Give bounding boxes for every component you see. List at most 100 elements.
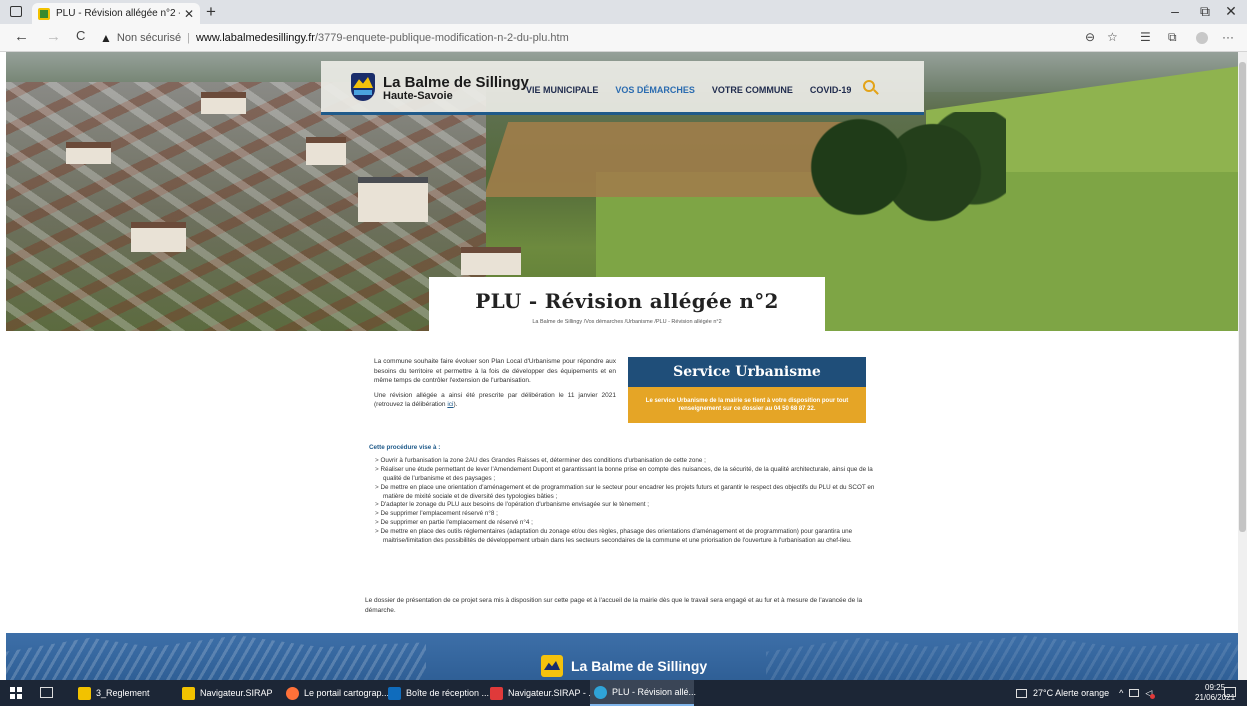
security-label[interactable]: Non sécurisé <box>117 32 181 44</box>
footer-brand-name[interactable]: La Balme de Sillingy <box>571 658 707 674</box>
back-icon[interactable]: ← <box>14 28 29 45</box>
page-scrollbar[interactable] <box>1238 52 1247 680</box>
warning-icon[interactable]: ▲ <box>100 31 112 45</box>
site-header: La Balme de Sillingy Haute-Savoie VIE MU… <box>321 61 924 115</box>
list-item: De supprimer l'emplacement réservé n°8 ; <box>369 510 879 519</box>
hero-building <box>201 92 246 114</box>
list-item: De mettre en place une orientation d'amé… <box>369 484 879 502</box>
url-path[interactable]: /3779-enquete-publique-modification-n-2-… <box>315 32 569 44</box>
taskbar-item-label: PLU - Révision allé... <box>612 687 697 697</box>
windows-taskbar: 3_Reglement Navigateur.SIRAP Le portail … <box>0 680 1247 706</box>
procedure-list: Ouvrir à l'urbanisation la zone 2AU des … <box>369 457 879 546</box>
start-menu-icon[interactable] <box>10 687 22 699</box>
taskbar-item-label: Navigateur.SIRAP - ... <box>508 688 596 698</box>
taskbar-item-navigateur-sirap[interactable]: Navigateur.SIRAP <box>178 680 278 706</box>
address-bar[interactable]: ▲ Non sécurisé | www.labalmedesillingy.f… <box>100 28 1080 48</box>
url-host[interactable]: www.labalmedesillingy.fr <box>196 32 315 44</box>
intro-paragraph-2: Une révision allégée a ainsi été prescri… <box>374 391 616 410</box>
close-window-button[interactable]: ✕ <box>1216 3 1246 20</box>
header-underline <box>321 112 924 115</box>
tab-actions-icon[interactable] <box>10 6 22 17</box>
browser-toolbar: ← → C ▲ Non sécurisé | www.labalmedesill… <box>0 24 1247 52</box>
taskbar-item-portail-cartographique[interactable]: Le portail cartograp... <box>282 680 389 706</box>
footer-mountain-art <box>766 635 1238 680</box>
task-view-icon[interactable] <box>40 687 53 698</box>
taskbar-item-3-reglement[interactable]: 3_Reglement <box>74 680 174 706</box>
intro-paragraph-1: La commune souhaite faire évoluer son Pl… <box>374 358 616 384</box>
hero-building <box>131 222 186 252</box>
list-item: De supprimer en partie l'emplacement de … <box>369 519 879 528</box>
service-contact-text: Le service Urbanisme de la mairie se tie… <box>628 387 866 423</box>
forward-icon[interactable]: → <box>46 28 61 45</box>
volume-muted-badge <box>1150 693 1156 699</box>
brand-region[interactable]: Haute-Savoie <box>383 90 453 102</box>
footer-logo-icon[interactable] <box>541 655 563 677</box>
taskbar-item-label: Boîte de réception ... <box>406 688 490 698</box>
taskbar-item-label: Le portail cartograp... <box>304 688 390 698</box>
site-favicon-icon <box>38 7 50 20</box>
hero-building <box>461 247 521 275</box>
tray-chevron-icon[interactable]: ^ <box>1119 688 1123 698</box>
brand-name[interactable]: La Balme de Sillingy <box>383 74 529 91</box>
list-item: Réaliser une étude permettant de lever l… <box>369 466 879 484</box>
menu-item-votre-commune[interactable]: VOTRE COMMUNE <box>712 85 793 95</box>
breadcrumb[interactable]: La Balme de Sillingy /Vos démarches /Urb… <box>429 319 825 325</box>
address-separator: | <box>187 32 190 44</box>
list-item: D'adapter le zonage du PLU aux besoins d… <box>369 501 879 510</box>
menu-item-vos-demarches[interactable]: VOS DÉMARCHES <box>615 85 695 95</box>
system-tray: 27°C Alerte orange ^ ◁ <box>1016 680 1156 706</box>
procedure-title: Cette procédure vise à : <box>369 444 441 451</box>
site-footer: La Balme de Sillingy <box>6 633 1238 680</box>
notification-center-icon[interactable] <box>1224 687 1236 697</box>
scrollbar-thumb[interactable] <box>1239 62 1246 532</box>
page-viewport: La Balme de Sillingy Haute-Savoie VIE MU… <box>0 52 1238 680</box>
new-tab-button[interactable]: + <box>206 2 216 22</box>
page-title-box: PLU - Révision allégée n°2 La Balme de S… <box>429 277 825 333</box>
outlook-icon <box>388 686 401 700</box>
weather-icon[interactable] <box>1016 688 1027 698</box>
favorites-list-icon[interactable]: ☰ <box>1140 30 1151 44</box>
service-urbanisme-card: Service Urbanisme Le service Urbanisme d… <box>628 357 866 423</box>
firefox-icon <box>286 686 299 700</box>
list-item: De mettre en place des outils réglementa… <box>369 528 879 546</box>
intro-paragraph-2-text: Une révision allégée a ainsi été prescri… <box>374 391 616 409</box>
hero-building <box>306 137 346 165</box>
network-icon[interactable] <box>1129 689 1140 697</box>
taskbar-item-outlook[interactable]: Boîte de réception ... <box>384 680 489 706</box>
favorite-star-icon[interactable]: ☆ <box>1107 30 1118 44</box>
town-logo-icon[interactable] <box>351 73 375 101</box>
outro-paragraph: Le dossier de présentation de ce projet … <box>365 597 863 614</box>
taskbar-item-edge-plu[interactable]: PLU - Révision allé... <box>590 680 697 706</box>
list-item: Ouvrir à l'urbanisation la zone 2AU des … <box>369 457 879 466</box>
taskbar-item-navigateur-sirap-2[interactable]: Navigateur.SIRAP - ... <box>486 680 596 706</box>
weather-widget[interactable]: 27°C Alerte orange <box>1033 688 1109 698</box>
hero-trees <box>796 112 1006 222</box>
hero-building <box>358 177 428 222</box>
settings-menu-icon[interactable]: ··· <box>1222 30 1234 44</box>
search-icon[interactable] <box>863 80 875 92</box>
refresh-icon[interactable]: C <box>76 28 85 43</box>
folder-icon <box>182 686 195 700</box>
minimize-button[interactable]: – <box>1160 3 1190 19</box>
browser-tab[interactable]: PLU - Révision allégée n°2 - La B ✕ <box>32 3 200 24</box>
collections-icon[interactable]: ⧉ <box>1168 30 1177 45</box>
taskbar-item-label: Navigateur.SIRAP <box>200 688 273 698</box>
zoom-icon[interactable]: ⊖ <box>1085 30 1095 44</box>
edge-icon <box>594 685 607 699</box>
menu-item-vie-municipale[interactable]: VIE MUNICIPALE <box>526 85 598 95</box>
procedure-section: Cette procédure vise à : Ouvrir à l'urba… <box>369 444 879 546</box>
profile-avatar[interactable] <box>1196 32 1208 44</box>
hero-crop-field <box>483 122 849 197</box>
tab-close-icon[interactable]: ✕ <box>184 7 194 21</box>
intro-paragraph-2-end: ). <box>453 401 458 408</box>
footer-mountain-art <box>6 635 426 680</box>
folder-icon <box>78 686 91 700</box>
hero-building <box>66 142 111 164</box>
service-title: Service Urbanisme <box>628 357 866 387</box>
tab-strip: PLU - Révision allégée n°2 - La B ✕ + – … <box>0 0 1247 24</box>
tab-title: PLU - Révision allégée n°2 - La B <box>56 8 180 19</box>
page-title: PLU - Révision allégée n°2 <box>475 289 779 313</box>
taskbar-item-label: 3_Reglement <box>96 688 150 698</box>
menu-item-covid-19[interactable]: COVID-19 <box>810 85 852 95</box>
app-icon <box>490 686 503 700</box>
